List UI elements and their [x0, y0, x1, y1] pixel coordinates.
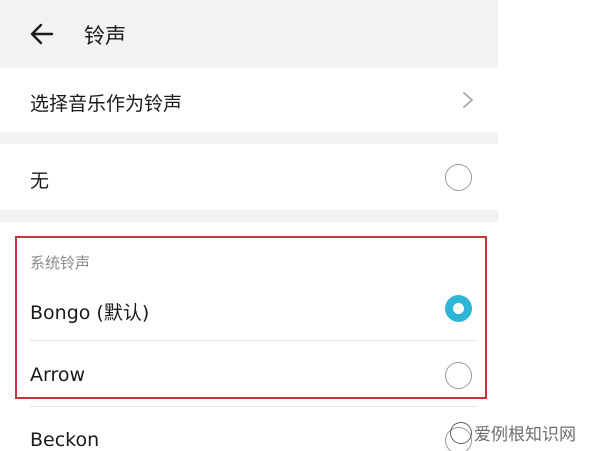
chevron-right-icon: [463, 92, 473, 108]
section-gap: [0, 132, 498, 144]
choose-music-row[interactable]: 选择音乐作为铃声: [0, 68, 498, 132]
app-header: 铃声: [0, 0, 498, 68]
watermark-text: 爱例根知识网: [474, 425, 576, 445]
page-title: 铃声: [84, 24, 126, 48]
ringtone-none-radio[interactable]: [445, 164, 472, 191]
choose-music-label: 选择音乐作为铃声: [30, 93, 183, 115]
watermark-logo-icon: [450, 421, 472, 444]
back-button[interactable]: [26, 18, 58, 50]
ringtone-screen: 铃声 选择音乐作为铃声 无 系统铃声 Bongo (默认) Arrow Beck…: [0, 0, 498, 451]
ringtone-label: Beckon: [30, 429, 100, 451]
ringtone-none-row[interactable]: 无: [0, 144, 498, 210]
annotation-highlight-box: [15, 236, 487, 399]
section-gap: [0, 210, 498, 222]
watermark: 爱例根知识网: [450, 420, 576, 445]
arrow-left-icon: [30, 23, 54, 45]
ringtone-none-label: 无: [30, 170, 50, 192]
ringtone-row-beckon[interactable]: Beckon: [0, 407, 498, 451]
